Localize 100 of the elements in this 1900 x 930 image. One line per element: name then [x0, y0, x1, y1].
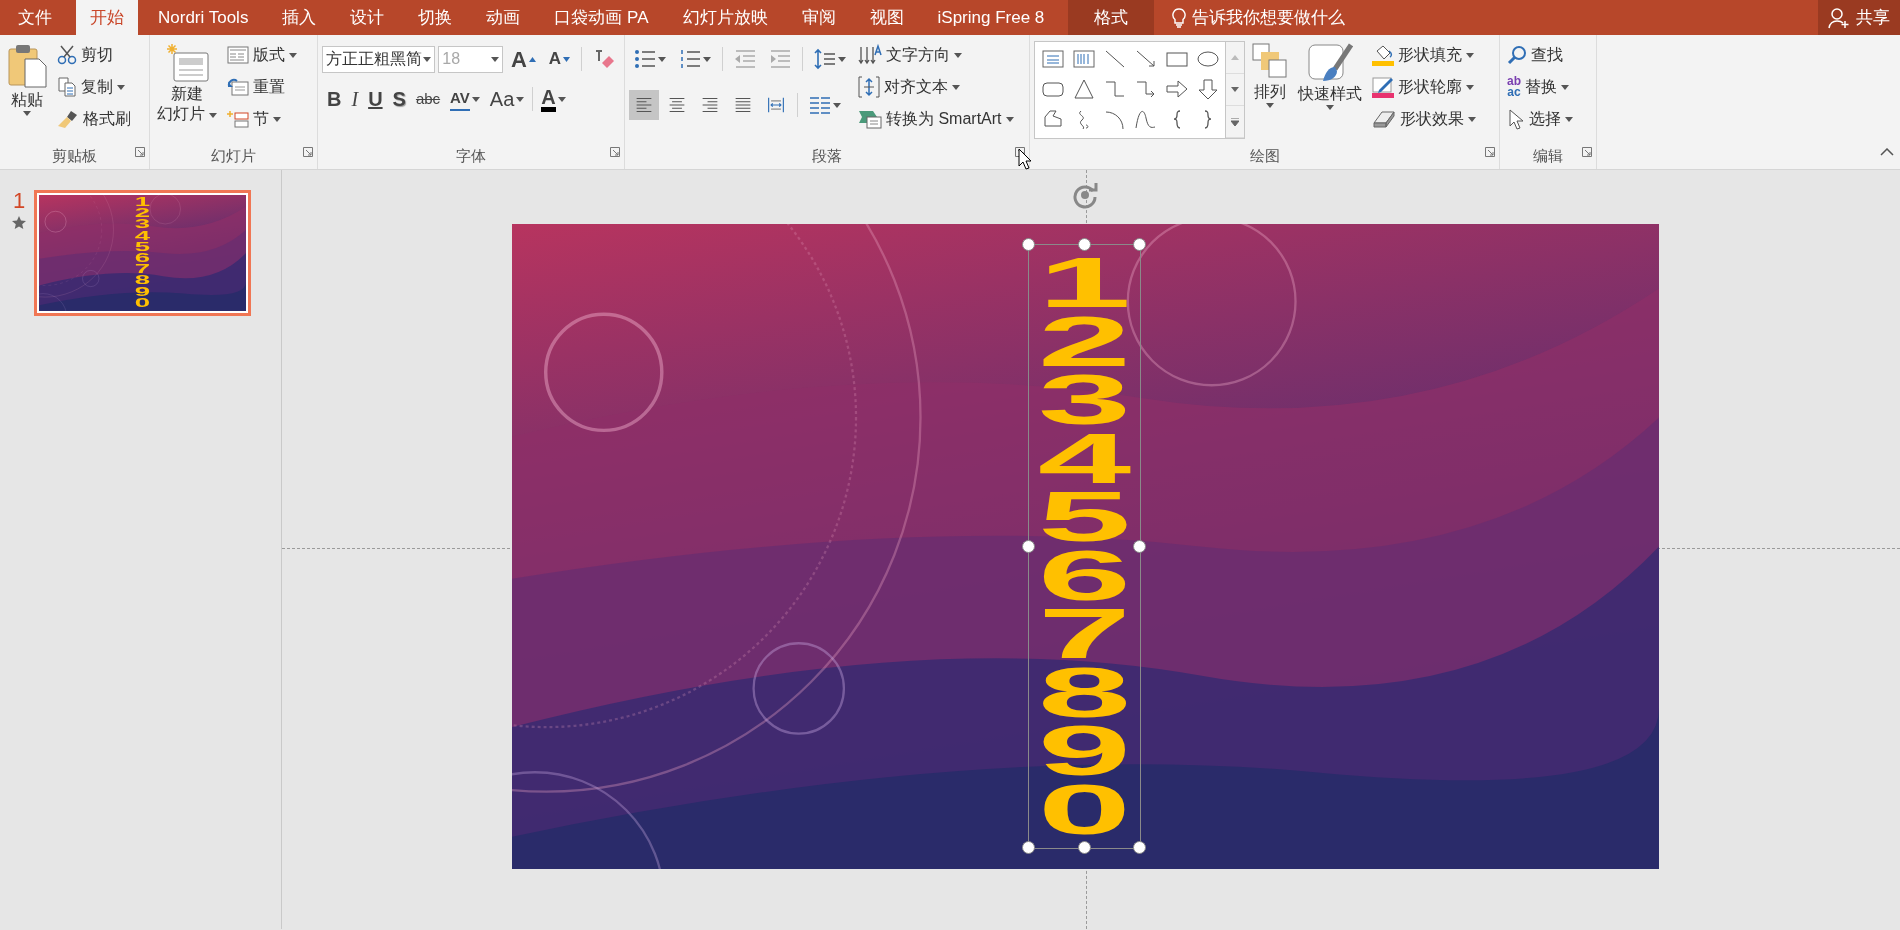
triangle-icon: [1071, 78, 1096, 100]
collapse-ribbon-icon: [1880, 147, 1894, 156]
caret-icon: [273, 116, 282, 122]
font-style-button[interactable]: AV: [445, 83, 485, 115]
triangle-up-icon: [528, 56, 536, 62]
text-box-frame[interactable]: 1234567890: [1029, 245, 1140, 848]
caret-icon: [1266, 103, 1274, 109]
vertical-text-box-icon: [1071, 48, 1096, 70]
font-name-field[interactable]: 方正正粗黑简: [322, 45, 436, 73]
paste-button[interactable]: 粘贴: [4, 39, 50, 145]
dialog-launcher-icon: [135, 146, 145, 157]
ribbon-tab[interactable]: 插入: [268, 0, 331, 35]
arrange-button[interactable]: 排列: [1249, 39, 1291, 145]
dialog-launcher-icon: [1015, 146, 1025, 157]
dialog-launcher-icon: [1485, 146, 1495, 157]
numbered-list-icon: [679, 49, 701, 69]
more-icon: [1231, 117, 1239, 126]
font-style-button[interactable]: I: [346, 83, 364, 115]
curve-icon: [1133, 108, 1158, 130]
new-slide-icon: [164, 43, 211, 83]
shrink-font-button[interactable]: A: [543, 43, 576, 75]
caret-icon: [838, 56, 846, 62]
select-button[interactable]: 选择: [1504, 103, 1576, 135]
triangle-down-icon: [563, 56, 571, 62]
smartart-icon: [858, 109, 882, 129]
lightbulb-icon: [1172, 7, 1187, 28]
font-style-button[interactable]: U: [363, 83, 388, 115]
group-label: 编辑: [1533, 146, 1563, 166]
caret-icon: [1005, 116, 1014, 122]
font-color-button[interactable]: A: [536, 83, 571, 115]
new-slide-button[interactable]: 新建 幻灯片: [154, 39, 221, 145]
layout-icon: [227, 46, 250, 64]
reset-button[interactable]: 重置: [224, 71, 301, 103]
convert-smartart-button[interactable]: 转换为 SmartArt: [855, 103, 1017, 135]
dialog-launcher-icon: [1582, 146, 1592, 157]
rotate-handle-icon: [1071, 181, 1099, 209]
ribbon-tab[interactable]: 开始: [76, 0, 138, 35]
font-style-button[interactable]: abc: [410, 83, 446, 115]
quick-styles-icon: [1307, 43, 1353, 83]
font-style-button[interactable]: B: [322, 83, 347, 115]
paintbrush-icon: [57, 109, 79, 129]
font-style-button[interactable]: S: [387, 83, 411, 115]
shape-fill-button[interactable]: 形状填充: [1369, 39, 1479, 71]
ribbon-tab[interactable]: 格式: [1068, 0, 1155, 35]
columns-icon: [809, 95, 831, 115]
group-label: 绘图: [1249, 146, 1280, 166]
text-box-icon: [1040, 48, 1065, 70]
ribbon-tab[interactable]: 动画: [472, 0, 535, 35]
grow-font-button[interactable]: A: [505, 43, 541, 75]
ribbon-tab[interactable]: 文件: [0, 0, 70, 35]
group-label: 字体: [456, 146, 486, 166]
caret-icon: [833, 102, 841, 108]
search-field[interactable]: 告诉我你想要做什么: [1190, 3, 1391, 32]
slide-thumbnail[interactable]: 1234567890: [34, 190, 251, 316]
find-button[interactable]: 查找: [1504, 39, 1576, 71]
eraser-icon: [593, 49, 615, 69]
ribbon-tab[interactable]: Nordri Tools: [144, 0, 263, 35]
font-style-button[interactable]: Aa: [484, 83, 530, 115]
quick-styles-button[interactable]: 快速样式: [1295, 39, 1365, 145]
shape-outline-button[interactable]: 形状轮廓: [1369, 71, 1479, 103]
caret-icon: [1326, 105, 1334, 111]
ribbon-tab[interactable]: 视图: [855, 0, 918, 35]
format-painter-button[interactable]: 格式刷: [54, 103, 134, 135]
caret-icon: [471, 96, 480, 102]
caret-icon: [209, 112, 218, 118]
dialog-launcher-icon: [303, 146, 313, 157]
caret-icon: [423, 56, 432, 62]
caret-icon: [658, 56, 666, 62]
shape-effects-button[interactable]: 形状效果: [1369, 103, 1479, 135]
thumbnail-text: 1234567890: [134, 197, 150, 310]
oval-icon: [1195, 48, 1220, 70]
slide-number: 1: [12, 190, 26, 212]
text-direction-button[interactable]: 文字方向: [855, 39, 1017, 71]
shape-effects-icon: [1372, 109, 1396, 129]
pointer-icon: [1507, 108, 1525, 130]
caret-icon: [703, 56, 711, 62]
ribbon-tab[interactable]: 口袋动画 PA: [540, 0, 663, 35]
cut-button[interactable]: 剪切: [54, 39, 134, 71]
share-button[interactable]: 共享: [1818, 0, 1900, 35]
group-label: 段落: [812, 146, 842, 166]
bullet-list-icon: [634, 49, 656, 69]
copy-icon: [57, 77, 77, 97]
ribbon-tab[interactable]: 幻灯片放映: [668, 0, 782, 35]
caret-icon: [289, 52, 298, 58]
copy-button[interactable]: 复制: [54, 71, 134, 103]
group-label: 剪贴板: [52, 146, 97, 166]
ribbon-tab[interactable]: 审阅: [787, 0, 850, 35]
section-button[interactable]: 节: [224, 103, 301, 135]
ribbon-tab[interactable]: iSpring Free 8: [923, 0, 1059, 35]
caret-icon: [1466, 84, 1474, 90]
scissors-icon: [57, 45, 77, 65]
layout-button[interactable]: 版式: [224, 39, 301, 71]
caret-icon: [1565, 116, 1573, 122]
ribbon-tab[interactable]: 设计: [336, 0, 399, 35]
align-text-button[interactable]: 对齐文本: [855, 71, 1017, 103]
arrange-icon: [1252, 43, 1288, 81]
caret-icon: [1466, 52, 1474, 58]
align-left-button[interactable]: [629, 90, 659, 120]
ribbon-tab[interactable]: 切换: [404, 0, 467, 35]
replace-icon: ab ac: [1507, 76, 1521, 98]
